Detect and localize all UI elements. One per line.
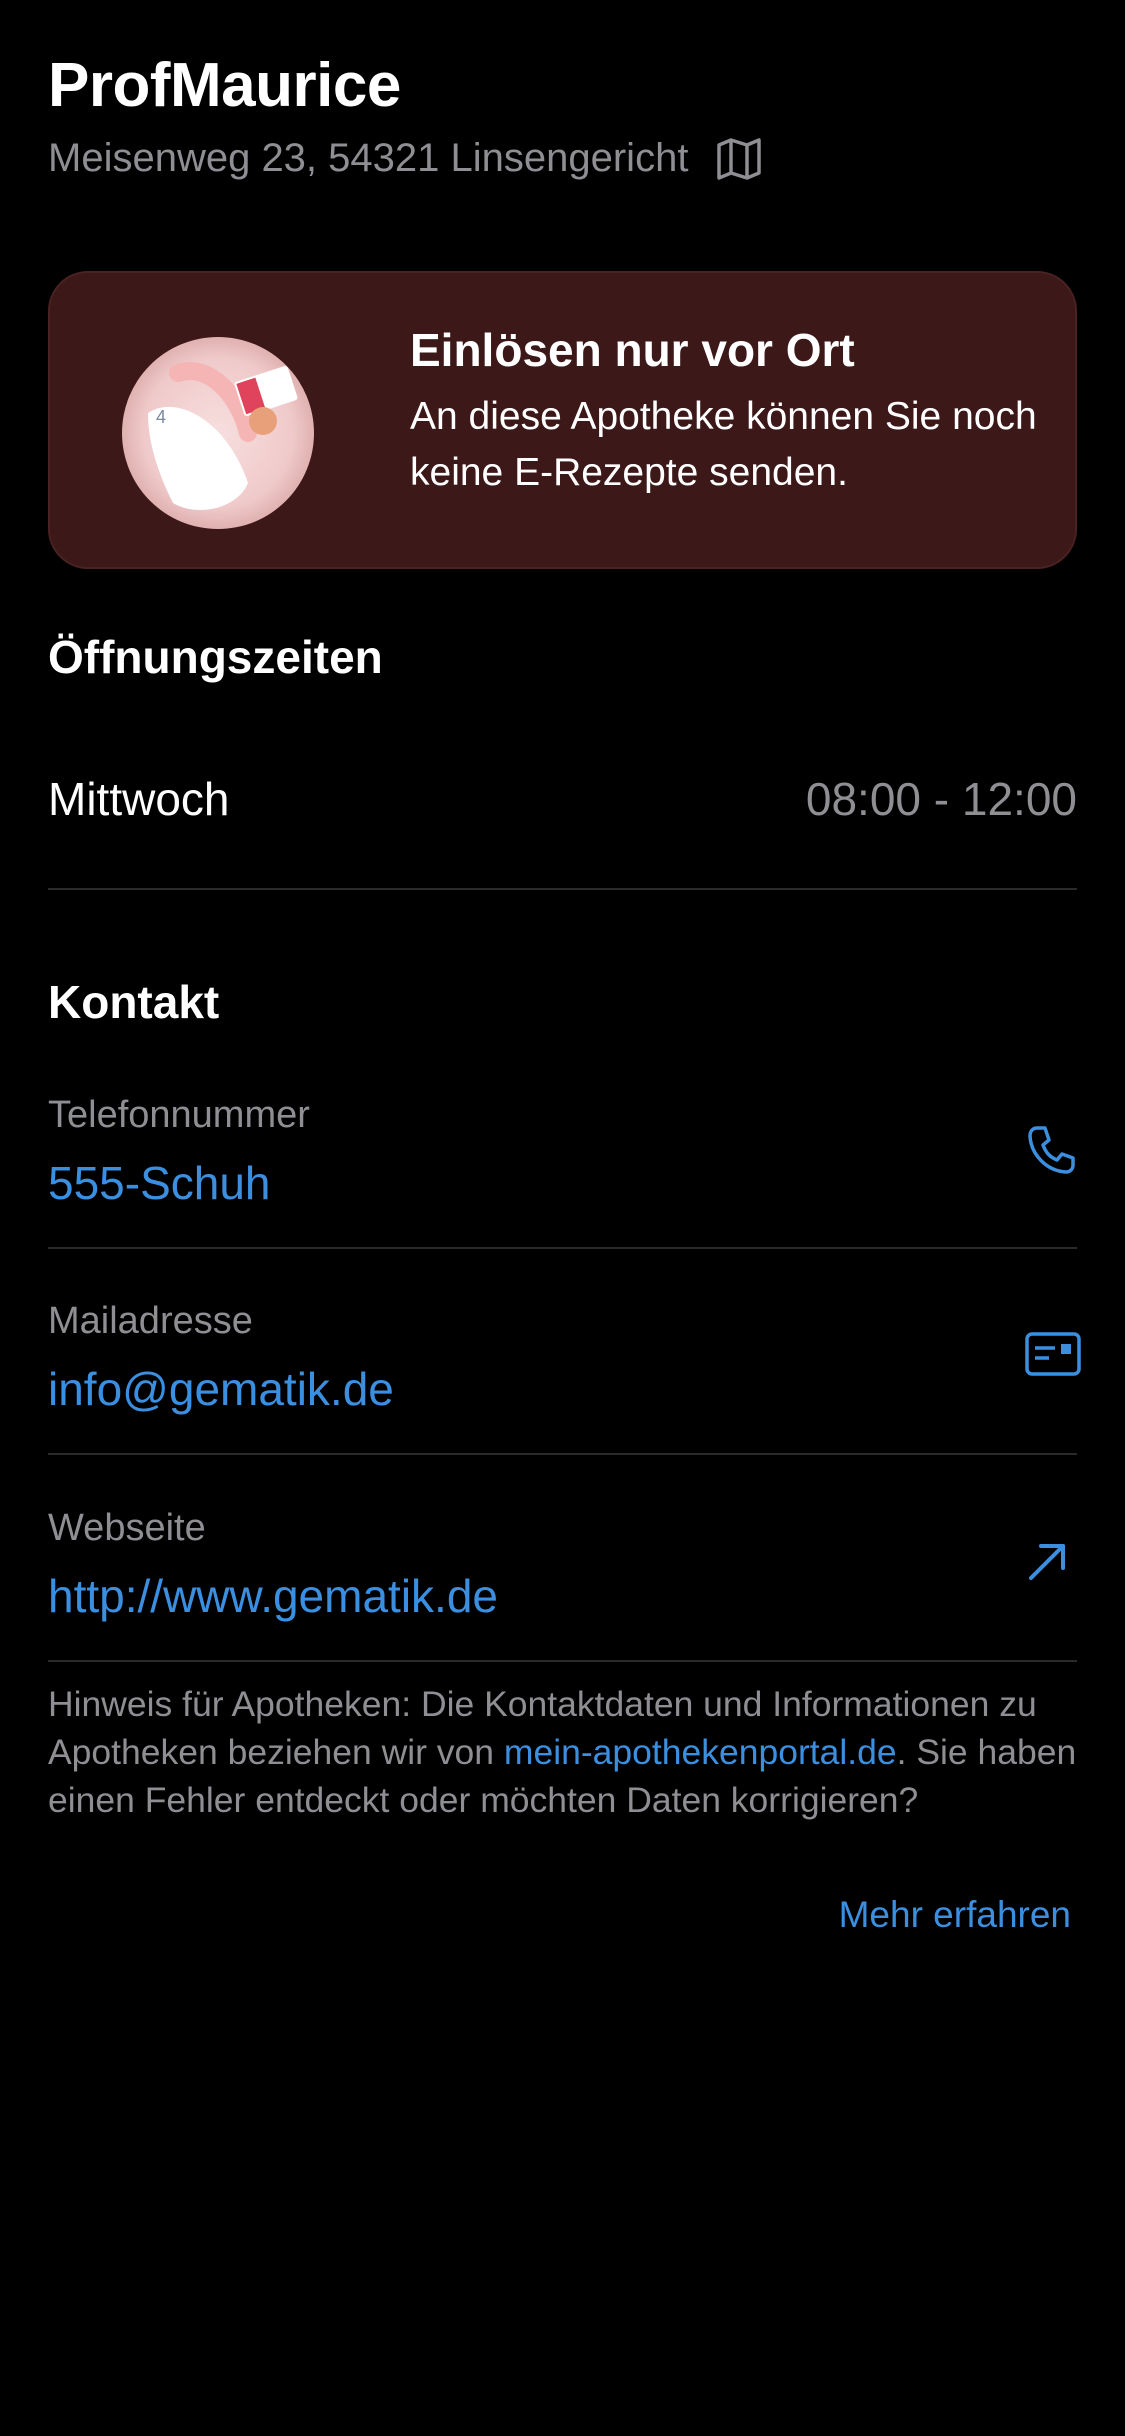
pharmacy-hint: Hinweis für Apotheken: Die Kontaktdaten …	[48, 1680, 1088, 1824]
map-icon[interactable]	[716, 137, 762, 180]
divider	[48, 1453, 1077, 1455]
divider	[48, 1247, 1077, 1249]
phone-label: Telefonnummer	[48, 1094, 310, 1136]
mail-icon[interactable]	[1025, 1330, 1081, 1382]
pharmacy-name: ProfMaurice	[48, 51, 401, 120]
mail-value[interactable]: info@gematik.de	[48, 1362, 394, 1416]
opening-day: Mittwoch	[48, 773, 230, 825]
pharmacist-illustration: 4	[118, 333, 318, 533]
opening-hours-title: Öffnungszeiten	[48, 631, 383, 683]
external-link-icon[interactable]	[1025, 1540, 1077, 1592]
apothekenportal-link[interactable]: mein-apothekenportal.de	[504, 1732, 897, 1772]
pharmacy-detail-screen: ProfMaurice Meisenweg 23, 54321 Linsenge…	[0, 0, 1125, 2436]
address-row[interactable]: Meisenweg 23, 54321 Linsengericht	[48, 136, 762, 181]
banner-text: An diese Apotheke können Sie noch keine …	[410, 395, 1037, 494]
divider	[48, 1660, 1077, 1662]
mail-label: Mailadresse	[48, 1300, 253, 1342]
divider	[48, 888, 1077, 890]
contact-title: Kontakt	[48, 976, 220, 1028]
web-value[interactable]: http://www.gematik.de	[48, 1569, 498, 1623]
svg-text:4: 4	[156, 407, 166, 427]
pharmacy-address: Meisenweg 23, 54321 Linsengericht	[48, 136, 689, 180]
phone-icon[interactable]	[1025, 1124, 1077, 1176]
redeem-on-site-banner: 4 Einlösen nur vor Ort An diese Apotheke…	[48, 271, 1077, 569]
learn-more-link[interactable]: Mehr erfahren	[839, 1894, 1071, 1936]
banner-title: Einlösen nur vor Ort	[410, 324, 855, 376]
opening-time: 08:00 - 12:00	[805, 773, 1077, 825]
web-label: Webseite	[48, 1507, 206, 1549]
phone-value[interactable]: 555-Schuh	[48, 1156, 271, 1210]
